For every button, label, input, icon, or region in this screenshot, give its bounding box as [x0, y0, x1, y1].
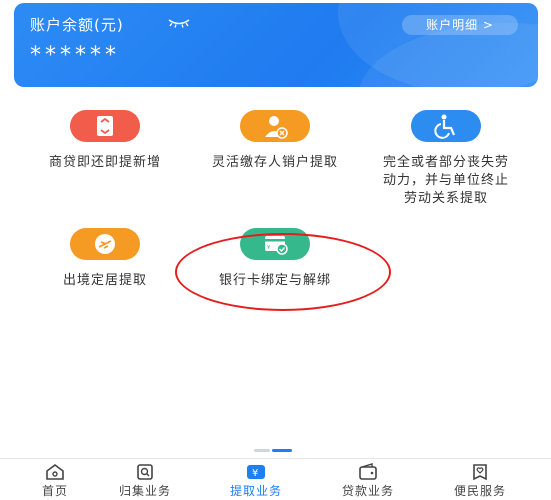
loan-repay-icon	[70, 110, 140, 142]
search-doc-icon	[137, 464, 153, 480]
airplane-icon	[70, 228, 140, 260]
tab-label: 贷款业务	[341, 484, 394, 498]
account-detail-button[interactable]: 账户明细 >	[402, 15, 518, 35]
eye-closed-icon[interactable]	[168, 18, 190, 28]
heart-service-icon	[473, 464, 487, 481]
service-label: 完全或者部分丧失劳动力，并与单位终止劳动关系提取	[382, 155, 509, 206]
svg-text:¥: ¥	[252, 468, 258, 479]
bottom-tab-bar: 首页 归集业务 ¥ 提取业务 贷款业务 便民服务	[0, 458, 551, 500]
svg-text:¥: ¥	[267, 245, 270, 251]
tab-label: 便民服务	[453, 484, 506, 498]
service-label: 银行卡绑定与解绑	[218, 273, 331, 288]
tab-label: 提取业务	[229, 484, 282, 498]
yuan-withdraw-icon: ¥	[247, 465, 265, 479]
app-screen: 账户余额(元) 账户明细 > ****** 商贷即还即提新增 灵活缴存人销户提取…	[0, 0, 551, 500]
tab-loan-business[interactable]: 贷款业务	[313, 459, 423, 500]
tab-label: 归集业务	[118, 484, 171, 498]
page-dot-inactive	[254, 449, 270, 452]
service-label: 灵活缴存人销户提取	[211, 155, 338, 170]
home-icon	[46, 464, 64, 480]
bank-card-icon: ¥	[240, 228, 310, 260]
page-dot-active	[272, 449, 292, 452]
balance-masked-value: ******	[30, 43, 120, 68]
service-bank-card-bind-unbind[interactable]: ¥ 银行卡绑定与解绑	[190, 228, 360, 290]
balance-title: 账户余额(元)	[30, 16, 124, 34]
wheelchair-icon	[411, 110, 481, 142]
tab-collection-business[interactable]: 归集业务	[90, 459, 200, 500]
tab-withdraw-business[interactable]: ¥ 提取业务	[201, 459, 311, 500]
service-label: 商贷即还即提新增	[48, 155, 161, 170]
wallet-icon	[359, 463, 377, 480]
service-disability-termination-withdraw[interactable]: 完全或者部分丧失劳动力，并与单位终止劳动关系提取	[361, 110, 531, 208]
service-overseas-settlement-withdraw[interactable]: 出境定居提取	[20, 228, 190, 290]
person-cancel-icon	[240, 110, 310, 142]
service-label: 出境定居提取	[62, 273, 147, 288]
page-indicator	[254, 449, 292, 452]
service-flexible-depositor-cancel-withdraw[interactable]: 灵活缴存人销户提取	[190, 110, 360, 172]
service-loan-repay-withdraw[interactable]: 商贷即还即提新增	[20, 110, 190, 172]
account-balance-card: 账户余额(元) 账户明细 > ******	[14, 3, 538, 87]
tab-convenience-service[interactable]: 便民服务	[425, 459, 535, 500]
